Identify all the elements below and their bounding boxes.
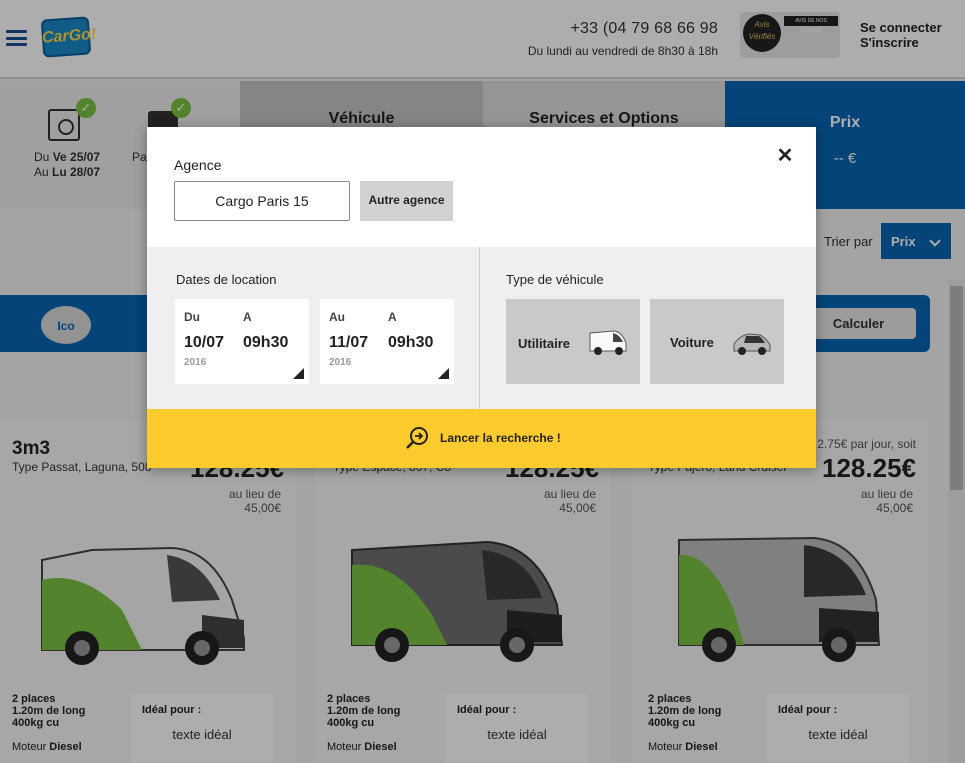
end-date-key: Au bbox=[329, 310, 345, 324]
vehicle-type-utilitaire[interactable]: Utilitaire bbox=[506, 299, 640, 384]
end-time-value: 09h30 bbox=[388, 334, 434, 351]
utilitaire-label: Utilitaire bbox=[518, 336, 571, 351]
start-date-key: Du bbox=[184, 310, 200, 324]
start-date-value: 10/07 bbox=[184, 334, 225, 351]
search-button-label: Lancer la recherche ! bbox=[440, 431, 561, 445]
vehicle-type-label: Type de véhicule bbox=[506, 272, 604, 287]
vehicle-type-voiture[interactable]: Voiture bbox=[650, 299, 784, 384]
end-time-key: A bbox=[388, 310, 397, 324]
end-year: 2016 bbox=[329, 357, 352, 368]
end-date-picker[interactable]: Au A 11/07 09h30 2016 bbox=[320, 299, 454, 384]
corner-arrow-icon bbox=[293, 368, 304, 379]
search-arrow-icon bbox=[406, 427, 428, 449]
car-icon bbox=[733, 333, 771, 355]
start-year: 2016 bbox=[184, 357, 207, 368]
start-time-value: 09h30 bbox=[243, 334, 289, 351]
close-icon[interactable]: ✕ bbox=[776, 146, 794, 166]
agence-label: Agence bbox=[174, 157, 222, 173]
page: CarGo! +33 (04 79 68 66 98 Du lundi au v… bbox=[0, 0, 965, 763]
start-time-key: A bbox=[243, 310, 252, 324]
voiture-label: Voiture bbox=[670, 335, 714, 350]
search-modal: ✕ Agence Cargo Paris 15 Autre agence Dat… bbox=[147, 127, 816, 468]
search-button[interactable]: Lancer la recherche ! bbox=[147, 409, 816, 468]
divider bbox=[479, 247, 480, 409]
dates-label: Dates de location bbox=[176, 272, 277, 287]
start-date-picker[interactable]: Du A 10/07 09h30 2016 bbox=[175, 299, 309, 384]
autre-agence-button[interactable]: Autre agence bbox=[360, 181, 453, 221]
corner-arrow-icon bbox=[438, 368, 449, 379]
end-date-value: 11/07 bbox=[329, 334, 369, 351]
agence-field[interactable]: Cargo Paris 15 bbox=[174, 181, 350, 221]
utility-van-icon bbox=[589, 330, 627, 355]
